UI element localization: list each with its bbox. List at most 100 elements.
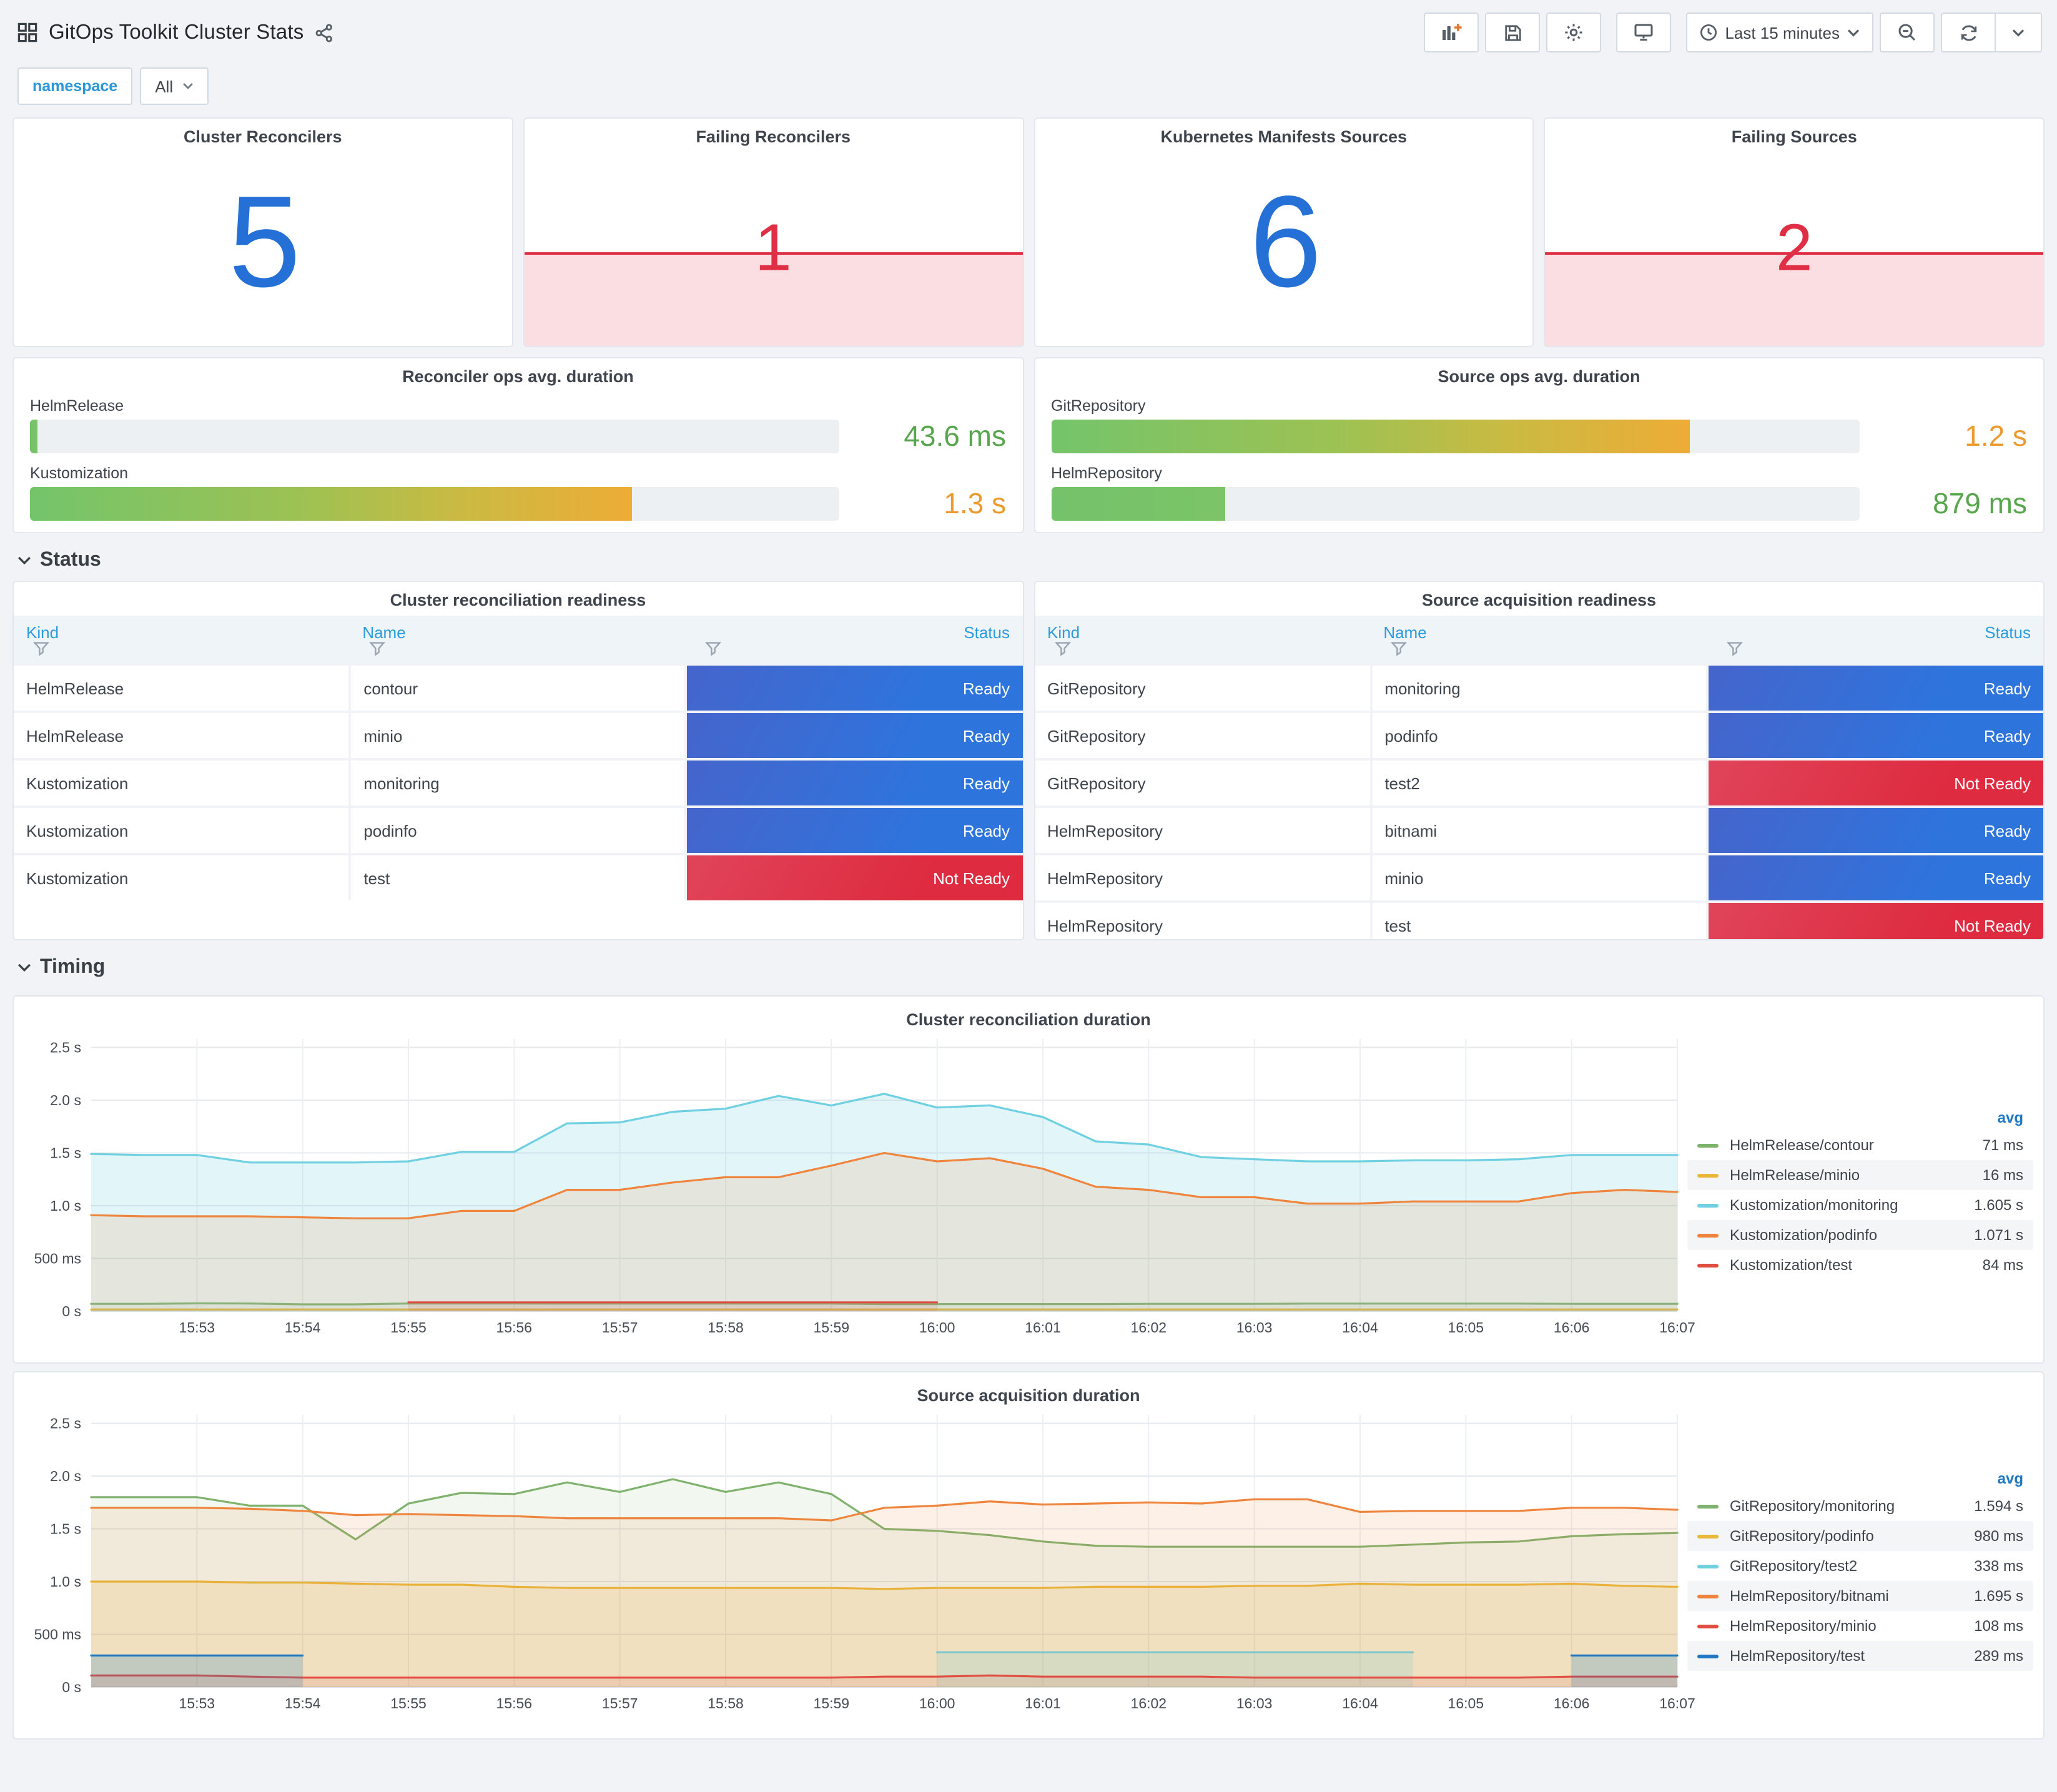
chevron-down-icon [2012, 29, 2025, 36]
series-color-swatch [1697, 1504, 1719, 1508]
dashboards-icon[interactable] [17, 22, 37, 42]
legend-item[interactable]: HelmRepository/test 289 ms [1687, 1641, 2033, 1671]
filter-icon[interactable] [1726, 642, 1743, 656]
cell-name: test2 [1371, 758, 1709, 807]
panel-title[interactable]: Kubernetes Manifests Sources [1035, 119, 1533, 146]
chart-body: 0 s 500 ms 1.0 s 1.5 s 2.0 s 2.5 s 15:53 15:54 1… [21, 1405, 2036, 1733]
column-header-kind[interactable]: Kind [1035, 616, 1371, 664]
svg-text:15:54: 15:54 [285, 1695, 321, 1711]
filter-icon[interactable] [705, 642, 722, 656]
gauge-fill [1051, 420, 1690, 453]
svg-text:1.0 s: 1.0 s [50, 1573, 81, 1590]
legend-item[interactable]: GitRepository/test2 338 ms [1687, 1551, 2033, 1581]
zoom-out-button[interactable] [1880, 12, 1935, 52]
legend-item[interactable]: HelmRelease/contour 71 ms [1687, 1130, 2033, 1160]
svg-text:16:06: 16:06 [1554, 1319, 1590, 1336]
svg-text:2.0 s: 2.0 s [50, 1468, 81, 1484]
cell-kind: GitRepository [1035, 711, 1373, 759]
column-header-name[interactable]: Name [350, 616, 686, 664]
status-badge: Ready [686, 711, 1022, 759]
legend-item[interactable]: GitRepository/podinfo 980 ms [1687, 1521, 2033, 1551]
gauge-row: 1.2 s [1051, 420, 2027, 453]
table-panel-0: Cluster reconciliation readiness Kind Name… [12, 581, 1024, 940]
series-name: Kustomization/test [1730, 1256, 1853, 1274]
legend-item[interactable]: HelmRepository/minio 108 ms [1687, 1611, 2033, 1641]
chart-svg[interactable]: 0 s 500 ms 1.0 s 1.5 s 2.0 s 2.5 s 15:53 15:54 1… [21, 1029, 1695, 1344]
svg-text:15:59: 15:59 [814, 1319, 850, 1336]
panel-title[interactable]: Failing Sources [1546, 119, 2044, 146]
legend-item[interactable]: Kustomization/podinfo 1.071 s [1687, 1220, 2033, 1250]
chart-svg[interactable]: 0 s 500 ms 1.0 s 1.5 s 2.0 s 2.5 s 15:53 15:54 1… [21, 1405, 1695, 1720]
filter-icon[interactable] [369, 642, 386, 656]
cell-name: minio [350, 711, 688, 759]
filter-icon[interactable] [1053, 642, 1071, 656]
table-row: HelmRelease contour Ready [14, 663, 1022, 712]
dashboard-settings-button[interactable] [1546, 12, 1602, 52]
cell-name: monitoring [350, 758, 688, 807]
gauge-row: 43.6 ms [30, 420, 1006, 453]
column-header-status[interactable]: Status [686, 616, 1022, 664]
gauge-label: GitRepository [1051, 397, 1146, 415]
refresh-interval-dropdown[interactable] [1996, 12, 2042, 52]
grafana-dashboard: GitOps Toolkit Cluster Stats Last 15 min… [0, 0, 2057, 1792]
series-color-swatch [1697, 1143, 1719, 1147]
series-name: HelmRepository/bitnami [1730, 1587, 1889, 1605]
series-avg-value: 16 ms [1982, 1166, 2023, 1184]
cell-kind: Kustomization [14, 805, 352, 854]
gauge-panel-1: Source ops avg. duration GitRepository 1.2… [1033, 357, 2045, 533]
filter-icon[interactable] [32, 642, 50, 656]
panel-title[interactable]: Source ops avg. duration [1051, 358, 2027, 386]
time-range-picker[interactable]: Last 15 minutes [1686, 12, 1873, 52]
section-row-status[interactable]: Status [0, 533, 2057, 581]
cycle-view-button[interactable] [1616, 12, 1672, 52]
legend-item[interactable]: HelmRelease/minio 16 ms [1687, 1160, 2033, 1190]
panel-title[interactable]: Failing Reconcilers [525, 119, 1023, 146]
dashboard-title: GitOps Toolkit Cluster Stats [49, 21, 304, 43]
panel-title[interactable]: Source acquisition readiness [1035, 582, 2043, 609]
chart-body: 0 s 500 ms 1.0 s 1.5 s 2.0 s 2.5 s 15:53 15:54 1… [21, 1029, 2036, 1357]
cell-name: test [350, 853, 688, 900]
panel-title[interactable]: Cluster reconciliation readiness [14, 582, 1022, 609]
status-badge: Ready [1707, 805, 2043, 854]
share-icon[interactable] [315, 23, 333, 42]
save-dashboard-button[interactable] [1485, 12, 1541, 52]
legend-item[interactable]: Kustomization/monitoring 1.605 s [1687, 1190, 2033, 1220]
table-body: GitRepository monitoring Ready GitRepositor… [1035, 663, 2043, 939]
cell-kind: HelmRelease [14, 663, 352, 712]
panel-title[interactable]: Source acquisition duration [21, 1377, 2036, 1405]
column-header-label: Kind [26, 623, 59, 642]
legend-item[interactable]: Kustomization/test 84 ms [1687, 1250, 2033, 1280]
legend-item[interactable]: HelmRepository/bitnami 1.695 s [1687, 1581, 2033, 1611]
svg-text:1.0 s: 1.0 s [50, 1198, 81, 1214]
section-title: Timing [40, 957, 106, 978]
filter-icon[interactable] [1390, 642, 1407, 656]
column-header-kind[interactable]: Kind [14, 616, 350, 664]
chart-legend: avg GitRepository/monitoring 1.594 s GitRep… [1687, 1405, 2036, 1733]
section-row-timing[interactable]: Timing [0, 940, 2057, 988]
gauge-row: 879 ms [1051, 487, 2027, 521]
status-badge: Ready [1707, 853, 2043, 902]
svg-text:15:53: 15:53 [179, 1695, 215, 1711]
gauge-value: 1.3 s [944, 487, 1006, 519]
svg-text:0 s: 0 s [62, 1679, 81, 1695]
column-header-label: Name [362, 623, 406, 642]
legend-avg-header[interactable]: avg [1687, 1467, 2033, 1491]
gauge-track [30, 487, 839, 521]
series-name: HelmRelease/minio [1730, 1166, 1860, 1184]
add-panel-button[interactable] [1424, 12, 1479, 52]
column-header-status[interactable]: Status [1707, 616, 2043, 664]
svg-text:15:56: 15:56 [496, 1319, 533, 1336]
panel-title[interactable]: Cluster reconciliation duration [21, 1002, 2036, 1029]
column-header-name[interactable]: Name [1371, 616, 1707, 664]
chevron-down-icon [18, 963, 31, 972]
legend-avg-header[interactable]: avg [1687, 1106, 2033, 1130]
stat-value: 5 [228, 170, 301, 315]
panel-title[interactable]: Reconciler ops avg. duration [30, 358, 1006, 386]
refresh-button[interactable] [1941, 12, 1996, 52]
legend-item[interactable]: GitRepository/monitoring 1.594 s [1687, 1491, 2033, 1521]
panel-title[interactable]: Cluster Reconcilers [14, 119, 512, 146]
variable-value-dropdown[interactable]: All [140, 67, 209, 105]
variable-value: All [155, 77, 174, 96]
column-header-label: Kind [1047, 623, 1080, 642]
readiness-table: Kind Name Status HelmRelease contour Ready Hel… [14, 616, 1022, 900]
